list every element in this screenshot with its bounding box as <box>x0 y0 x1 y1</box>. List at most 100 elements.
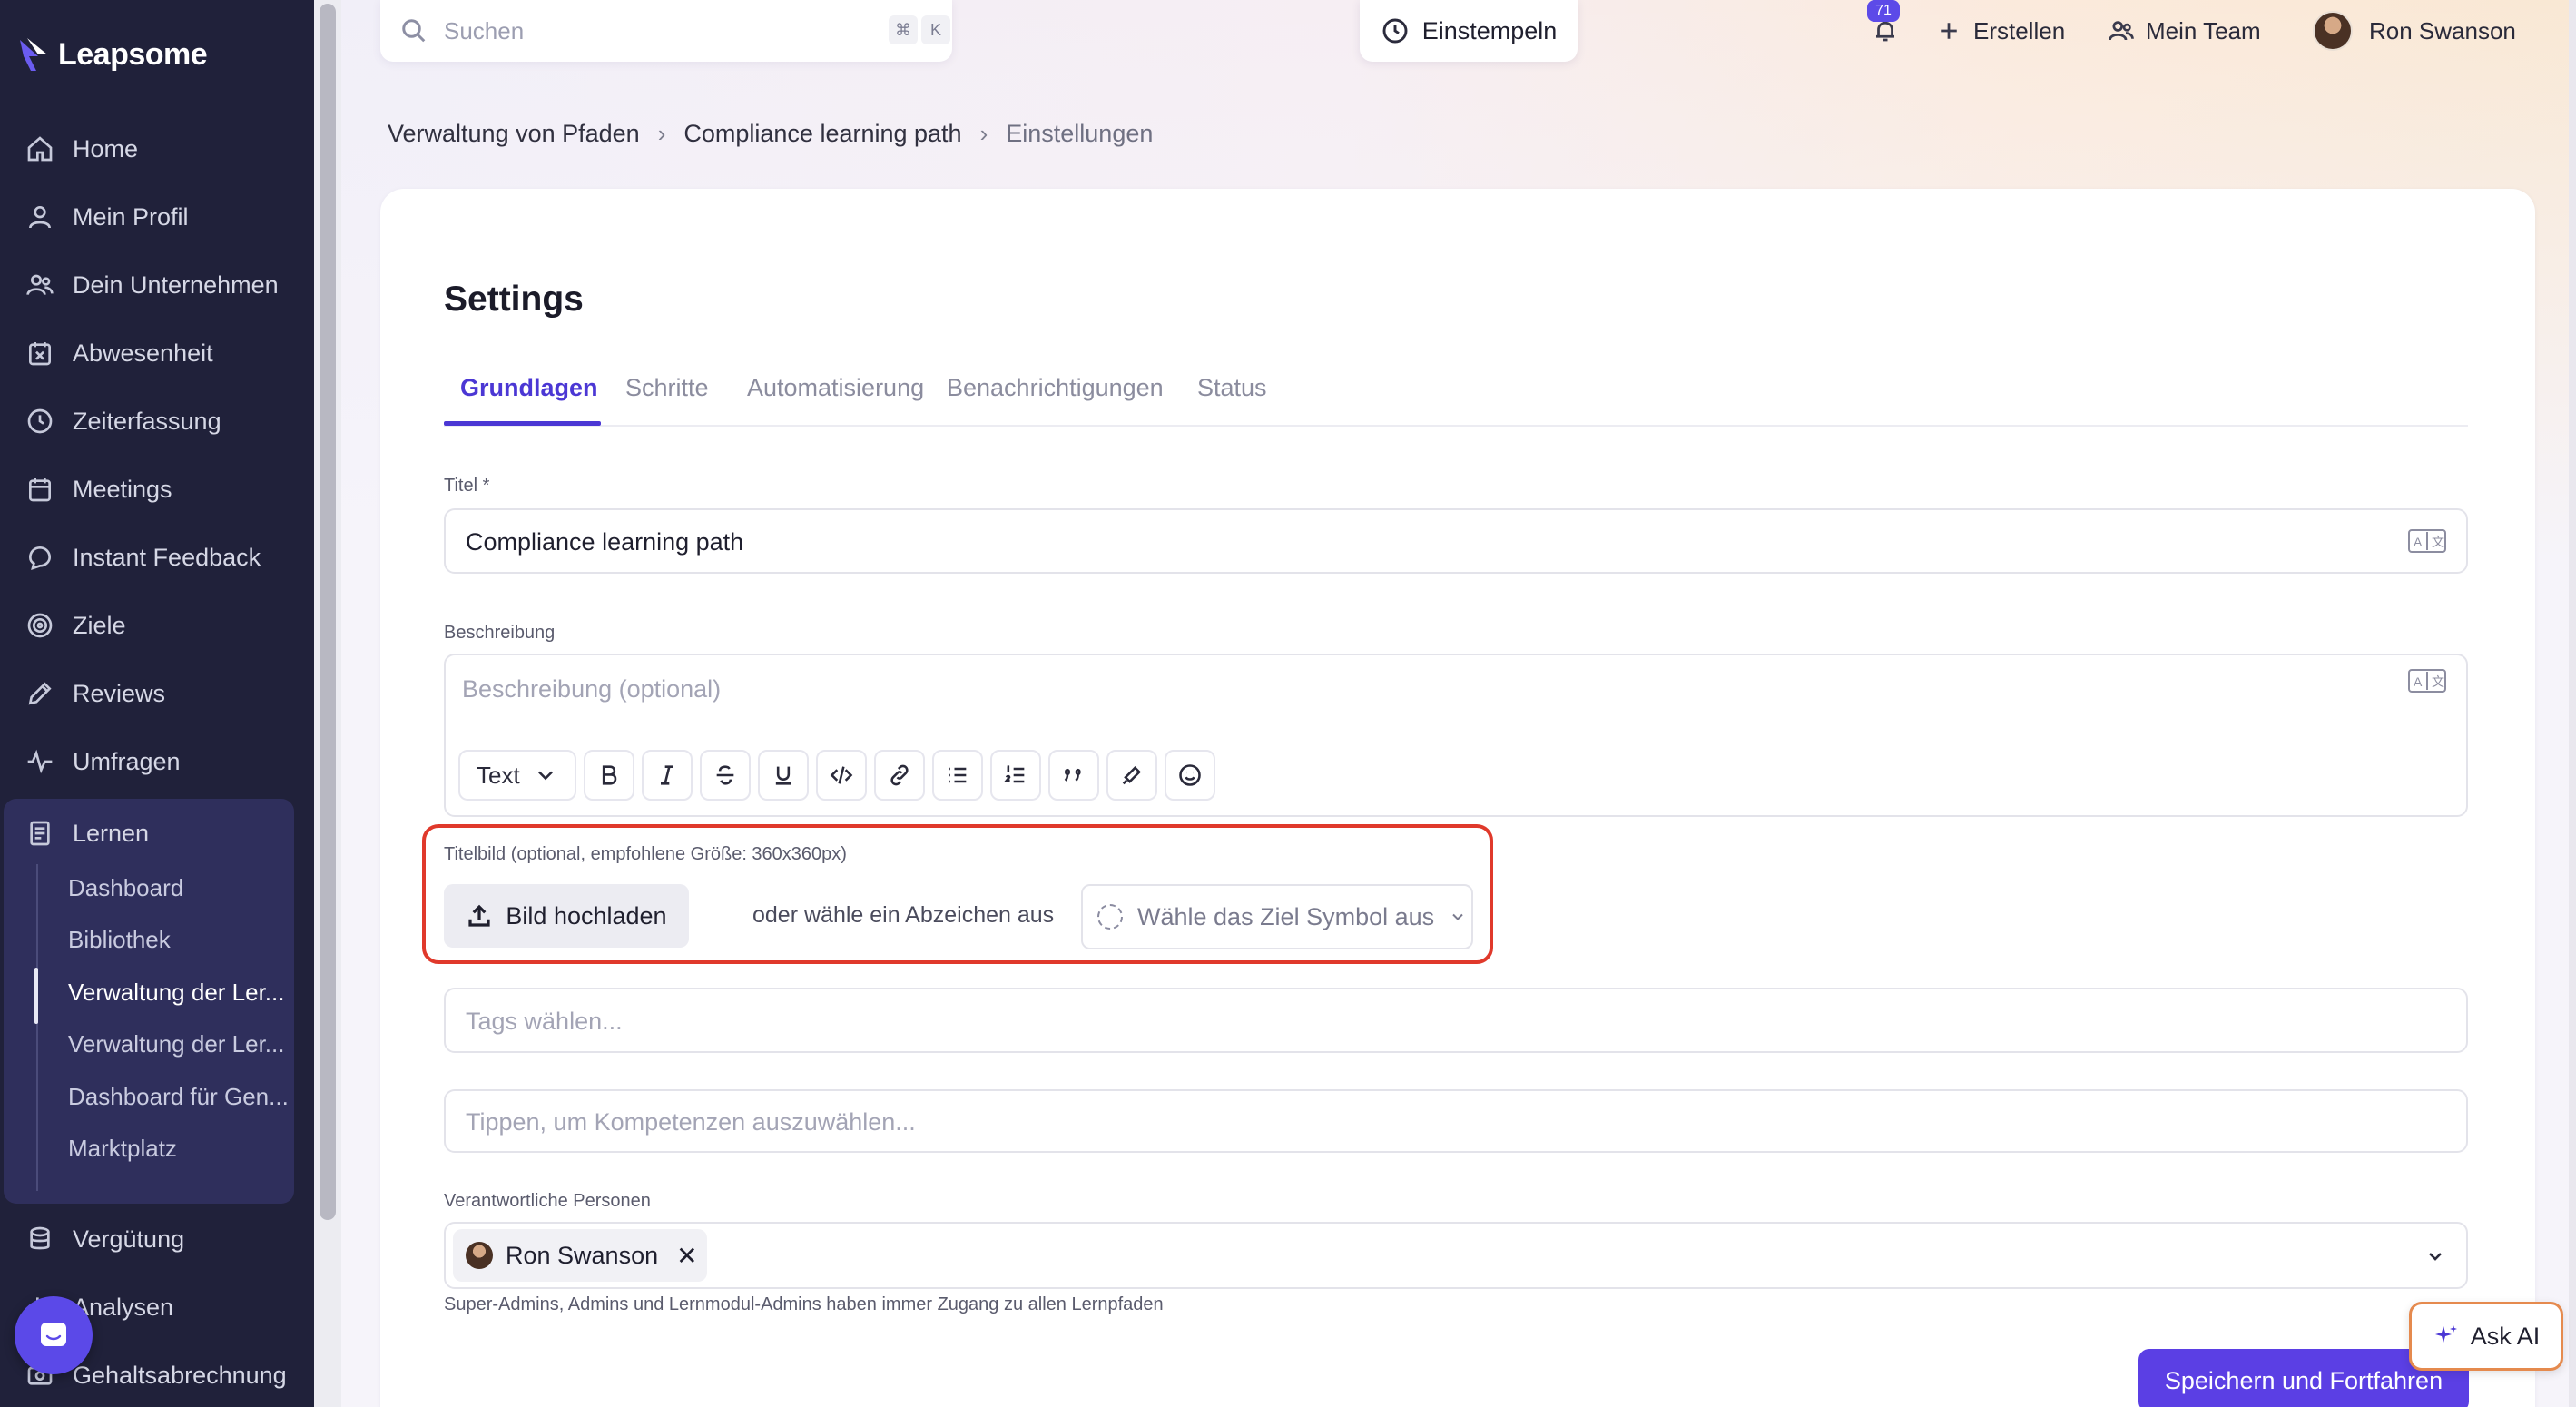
upload-image-label: Bild hochladen <box>506 901 667 930</box>
create-label: Erstellen <box>1973 16 2066 44</box>
description-label: Beschreibung <box>444 623 556 643</box>
bold-icon <box>602 765 617 785</box>
underline-icon <box>775 766 791 785</box>
breadcrumb-item-paths[interactable]: Verwaltung von Pfaden <box>388 120 640 148</box>
notifications-count-badge: 71 <box>1867 0 1900 22</box>
badge-select-placeholder: Wähle das Ziel Symbol aus <box>1137 902 1435 930</box>
link-button[interactable] <box>874 750 925 801</box>
emoji-icon <box>1179 764 1201 786</box>
clock-in-button[interactable]: Einstempeln <box>1360 0 1578 62</box>
user-avatar <box>2313 11 2353 51</box>
tags-placeholder: Tags wählen... <box>466 1008 623 1035</box>
title-input[interactable]: Compliance learning path A 文 <box>444 508 2468 574</box>
italic-icon <box>661 765 673 785</box>
calendar-icon <box>29 478 51 502</box>
leapsome-logo[interactable]: Leapsome <box>18 36 208 73</box>
bullet-list-icon <box>949 767 967 783</box>
chevron-down-icon <box>538 771 553 781</box>
tab-automation[interactable]: Automatisierung <box>747 370 924 425</box>
upload-image-button[interactable]: Bild hochladen <box>444 884 689 948</box>
tab-steps[interactable]: Schritte <box>625 370 709 425</box>
svg-text:A: A <box>2414 674 2423 689</box>
sidebar-item-time-tracking[interactable]: Zeiterfassung <box>0 394 314 448</box>
sidebar-subitem-library[interactable]: Bibliothek <box>68 914 293 965</box>
bullet-list-button[interactable] <box>932 750 983 801</box>
sidebar-item-instant-feedback[interactable]: Instant Feedback <box>0 530 314 585</box>
badge-select[interactable]: Wähle das Ziel Symbol aus <box>1081 884 1473 949</box>
sidebar-subitem-dashboard-gen[interactable]: Dashboard für Gen... <box>68 1071 293 1122</box>
sidebar-item-absence[interactable]: Abwesenheit <box>0 326 314 380</box>
ask-ai-button[interactable]: Ask AI <box>2409 1302 2563 1371</box>
skills-input[interactable]: Tippen, um Kompetenzen auszuwählen... <box>444 1089 2468 1153</box>
title-input-value: Compliance learning path <box>466 528 744 556</box>
owners-helper-text: Super-Admins, Admins und Lernmodul-Admin… <box>444 1294 1164 1314</box>
search-bar[interactable]: Suchen ⌘ K <box>380 0 952 62</box>
sidebar-subitem-module-admin[interactable]: Verwaltung der Ler... <box>68 1018 293 1069</box>
ask-ai-label: Ask AI <box>2470 1322 2541 1350</box>
pen-icon <box>28 682 52 705</box>
sidebar-item-label: Umfragen <box>73 747 181 775</box>
sidebar-item-label: Abwesenheit <box>73 339 213 367</box>
my-team-label: Mein Team <box>2146 16 2261 44</box>
sidebar-item-reviews[interactable]: Reviews <box>0 666 314 721</box>
active-tab-indicator <box>444 421 601 426</box>
my-team-button[interactable]: Mein Team <box>2108 0 2261 62</box>
emoji-button[interactable] <box>1165 750 1215 801</box>
sidebar-item-surveys[interactable]: Umfragen <box>0 734 314 789</box>
sidebar-item-learning[interactable]: Lernen <box>0 806 290 861</box>
tab-notifications[interactable]: Benachrichtigungen <box>947 370 1164 425</box>
breadcrumb-item-path[interactable]: Compliance learning path <box>683 120 961 148</box>
sidebar-subitem-path-admin[interactable]: Verwaltung der Ler... <box>68 967 293 1018</box>
sidebar-item-compensation[interactable]: Vergütung <box>0 1212 314 1266</box>
bold-button[interactable] <box>584 750 634 801</box>
sidebar-scrollbar-thumb[interactable] <box>320 4 336 1220</box>
chat-widget-icon <box>41 1323 66 1346</box>
description-editor[interactable]: Beschreibung (optional) A 文 Text <box>444 654 2468 817</box>
tags-input[interactable]: Tags wählen... <box>444 988 2468 1053</box>
main-scrollbar[interactable] <box>2569 0 2576 1407</box>
remove-owner-icon[interactable]: ✕ <box>676 1241 697 1271</box>
create-button[interactable]: Erstellen <box>1935 0 2065 62</box>
chevron-right-icon: › <box>657 120 666 147</box>
quote-button[interactable] <box>1048 750 1099 801</box>
owners-label: Verantwortliche Personen <box>444 1191 651 1211</box>
tab-basics[interactable]: Grundlagen <box>460 370 598 425</box>
clock-icon <box>27 408 53 434</box>
sidebar-item-home[interactable]: Home <box>0 122 314 176</box>
page-title: Settings <box>444 280 584 319</box>
sidebar-item-label: Reviews <box>73 679 166 707</box>
sidebar-item-label: Instant Feedback <box>73 543 261 571</box>
settings-card: Settings Grundlagen Schritte Automatisie… <box>380 189 2535 1407</box>
sidebar-group-learning: Lernen Dashboard Bibliothek Verwaltung d… <box>4 799 294 1204</box>
highlighter-icon <box>1122 766 1141 785</box>
sidebar-subitem-dashboard[interactable]: Dashboard <box>68 862 293 913</box>
text-style-dropdown[interactable]: Text <box>458 750 576 801</box>
clock-in-label: Einstempeln <box>1421 16 1558 44</box>
sidebar-item-company[interactable]: Dein Unternehmen <box>0 258 314 312</box>
chevron-right-icon: › <box>979 120 988 147</box>
owners-select[interactable]: Ron Swanson ✕ <box>444 1222 2468 1289</box>
translate-icon[interactable]: A 文 <box>2408 668 2446 694</box>
translate-icon[interactable]: A 文 <box>2408 528 2446 554</box>
code-button[interactable] <box>816 750 867 801</box>
numbered-list-button[interactable] <box>990 750 1041 801</box>
strikethrough-button[interactable] <box>700 750 751 801</box>
leapsome-logo-icon <box>20 38 47 71</box>
target-icon <box>27 613 53 638</box>
sidebar-subitem-marketplace[interactable]: Marktplatz <box>68 1123 293 1174</box>
user-menu[interactable]: Ron Swanson <box>2313 0 2516 62</box>
sidebar: Leapsome Home Mein Profil Dein Unternehm… <box>0 0 314 1407</box>
support-chat-button[interactable] <box>15 1296 93 1374</box>
underline-button[interactable] <box>758 750 809 801</box>
sidebar-item-meetings[interactable]: Meetings <box>0 462 314 517</box>
italic-button[interactable] <box>642 750 693 801</box>
shortcut-k-key: K <box>921 15 950 44</box>
tab-status[interactable]: Status <box>1197 370 1267 425</box>
skills-placeholder: Tippen, um Kompetenzen auszuwählen... <box>466 1108 916 1136</box>
chevron-down-icon[interactable] <box>2424 1245 2446 1267</box>
sidebar-item-goals[interactable]: Ziele <box>0 598 314 653</box>
calendar-x-icon <box>29 342 51 366</box>
highlight-button[interactable] <box>1106 750 1157 801</box>
sidebar-item-profile[interactable]: Mein Profil <box>0 190 314 244</box>
search-icon <box>402 19 426 43</box>
